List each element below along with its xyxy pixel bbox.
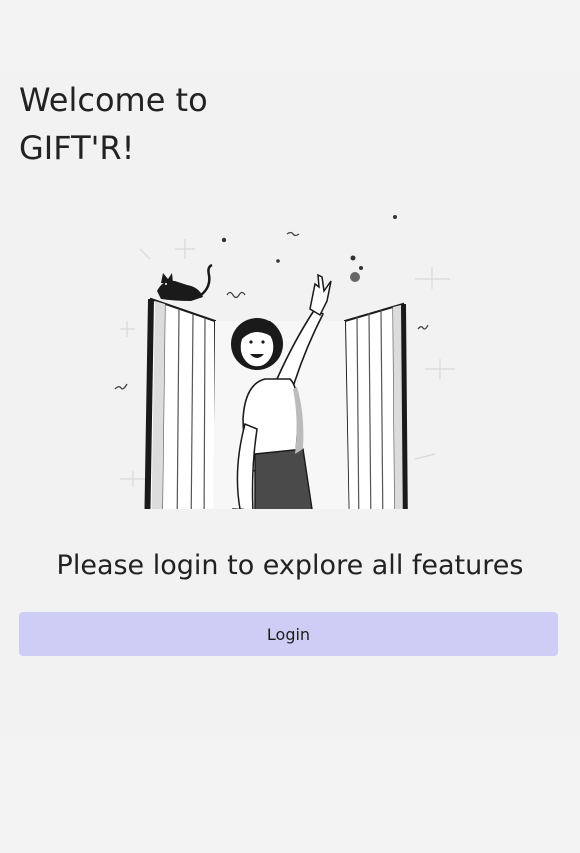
woman-at-window-illustration-icon: [114, 215, 455, 509]
bottom-area: [0, 738, 580, 853]
login-prompt-text: Please login to explore all features: [56, 550, 524, 581]
welcome-screen: Welcome to GIFT'R! Please login to explo…: [0, 66, 580, 738]
page-title: Welcome to GIFT'R!: [19, 81, 208, 167]
login-button[interactable]: Login: [19, 612, 558, 656]
top-bar: [0, 0, 580, 66]
